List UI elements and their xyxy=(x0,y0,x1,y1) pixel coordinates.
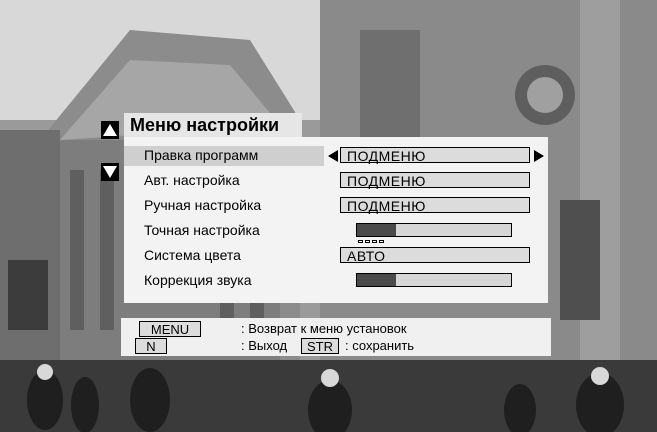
menu-item-color-system[interactable]: Система цвета АВТО xyxy=(124,244,548,268)
menu-item-label: Ручная настройка xyxy=(144,197,262,213)
menu-item-manual-tuning[interactable]: Ручная настройка ПОДМЕНЮ xyxy=(124,194,548,218)
help-panel: MENU : Возврат к меню установок N : Выхо… xyxy=(121,318,551,356)
menu-item-fine-tuning[interactable]: Точная настройка xyxy=(124,219,548,243)
color-system-value[interactable]: АВТО xyxy=(340,247,530,264)
menu-item-sound-correction[interactable]: Коррекция звука xyxy=(124,269,548,293)
sound-correction-slider[interactable] xyxy=(356,273,512,287)
right-triangle-icon[interactable] xyxy=(534,150,544,162)
menu-key-help: : Возврат к меню установок xyxy=(241,321,407,336)
submenu-value[interactable]: ПОДМЕНЮ xyxy=(340,147,530,164)
left-triangle-icon[interactable] xyxy=(328,150,338,162)
menu-item-label: Точная настройка xyxy=(144,222,260,238)
n-key-button[interactable]: N xyxy=(135,338,167,354)
menu-item-label: Авт. настройка xyxy=(144,172,240,188)
menu-item-label: Система цвета xyxy=(144,247,241,263)
up-triangle-icon[interactable] xyxy=(101,121,119,139)
menu-item-auto-tuning[interactable]: Авт. настройка ПОДМЕНЮ xyxy=(124,169,548,193)
fine-tuning-slider[interactable] xyxy=(356,223,512,237)
menu-key-button[interactable]: MENU xyxy=(139,321,201,337)
down-triangle-icon[interactable] xyxy=(101,163,119,181)
submenu-value[interactable]: ПОДМЕНЮ xyxy=(340,172,530,189)
menu-item-program-edit[interactable]: Правка программ ПОДМЕНЮ xyxy=(124,144,548,168)
str-key-button[interactable]: STR xyxy=(301,338,339,354)
settings-menu: Правка программ ПОДМЕНЮ Авт. настройка П… xyxy=(124,137,548,303)
tv-screen: Меню настройки Правка программ ПОДМЕНЮ А… xyxy=(0,0,657,432)
menu-item-label: Правка программ xyxy=(144,147,259,163)
slider-fill xyxy=(357,274,396,286)
menu-item-label: Коррекция звука xyxy=(144,272,252,288)
exit-help: : Выход xyxy=(241,338,288,353)
slider-fill xyxy=(357,224,396,236)
save-help: : сохранить xyxy=(345,338,415,353)
menu-title: Меню настройки xyxy=(124,113,302,137)
submenu-value[interactable]: ПОДМЕНЮ xyxy=(340,197,530,214)
